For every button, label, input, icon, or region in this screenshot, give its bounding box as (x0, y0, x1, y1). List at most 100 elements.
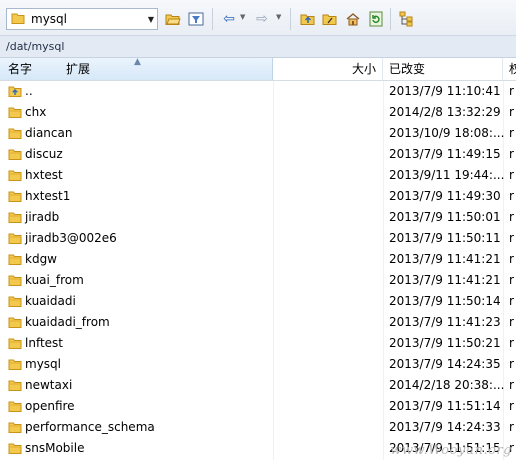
folder-icon (8, 315, 22, 329)
file-extra: r (509, 231, 514, 245)
file-extra: r (509, 399, 514, 413)
column-name-label: 名字 (8, 62, 33, 76)
column-header: 名字 扩展 ▲ 大小 已改变 权 (0, 57, 516, 81)
file-name: diancan (25, 126, 73, 140)
back-dropdown-icon[interactable]: ▼ (240, 13, 245, 21)
file-date: 2013/7/9 11:49:30 (389, 189, 501, 203)
table-row[interactable]: performance_schema 2013/7/9 14:24:33 r (0, 417, 516, 438)
table-row[interactable]: kuaidadi_from 2013/7/9 11:41:23 r (0, 312, 516, 333)
file-date: 2013/7/9 11:50:21 (389, 336, 501, 350)
column-ext-label[interactable]: 扩展 (66, 58, 90, 80)
refresh-icon[interactable] (366, 9, 386, 29)
file-date: 2013/9/11 19:44:... (389, 168, 505, 182)
home-icon[interactable] (343, 9, 363, 29)
location-combo[interactable]: mysql ▼ (6, 8, 158, 30)
file-name: newtaxi (25, 378, 73, 392)
folder-icon (8, 105, 22, 119)
file-extra: r (509, 168, 514, 182)
file-name: lnftest (25, 336, 63, 350)
forward-dropdown-icon[interactable]: ▼ (276, 13, 281, 21)
chevron-down-icon[interactable]: ▼ (145, 15, 157, 24)
file-date: 2013/7/9 11:41:21 (389, 273, 501, 287)
table-row[interactable]: chx 2014/2/8 13:32:29 r (0, 102, 516, 123)
parent-folder-icon (8, 84, 22, 98)
back-icon[interactable]: ⇦ (219, 9, 239, 29)
table-row[interactable]: lnftest 2013/7/9 11:50:21 r (0, 333, 516, 354)
file-date: 2013/7/9 11:51:14 (389, 399, 501, 413)
file-date: 2014/2/18 20:38:... (389, 378, 505, 392)
file-extra: r (509, 84, 514, 98)
root-folder-icon[interactable] (320, 9, 340, 29)
filter-icon[interactable] (186, 9, 206, 29)
table-row[interactable]: hxtest 2013/9/11 19:44:... r (0, 165, 516, 186)
folder-icon (8, 252, 22, 266)
column-size-label: 大小 (351, 62, 376, 76)
table-row[interactable]: newtaxi 2014/2/18 20:38:... r (0, 375, 516, 396)
parent-folder-icon[interactable] (298, 9, 318, 29)
table-row[interactable]: .. 2013/7/9 11:10:41 r (0, 81, 516, 102)
folder-icon (8, 357, 22, 371)
file-extra: r (509, 357, 514, 371)
location-value: mysql (31, 12, 67, 26)
current-path: /dat/mysql (6, 40, 65, 53)
table-row[interactable]: hxtest1 2013/7/9 11:49:30 r (0, 186, 516, 207)
file-name: .. (25, 84, 33, 98)
file-extra: r (509, 189, 514, 203)
folder-icon (8, 399, 22, 413)
table-row[interactable]: diancan 2013/10/9 18:08:... r (0, 123, 516, 144)
file-date: 2013/7/9 14:24:35 (389, 357, 501, 371)
file-date: 2013/7/9 11:50:11 (389, 231, 501, 245)
table-row[interactable]: kuai_from 2013/7/9 11:41:21 r (0, 270, 516, 291)
folder-icon (8, 231, 22, 245)
table-row[interactable]: mysql 2013/7/9 14:24:35 r (0, 354, 516, 375)
file-name: discuz (25, 147, 63, 161)
column-header-extra[interactable]: 权 (503, 58, 516, 80)
table-row[interactable]: kuaidadi 2013/7/9 11:50:14 r (0, 291, 516, 312)
file-extra: r (509, 294, 514, 308)
folder-icon (8, 210, 22, 224)
file-extra: r (509, 273, 514, 287)
file-extra: r (509, 147, 514, 161)
column-header-size[interactable]: 大小 (273, 58, 383, 80)
file-extra: r (509, 420, 514, 434)
file-extra: r (509, 210, 514, 224)
file-extra: r (509, 252, 514, 266)
watermark: www.Wooyun.org (390, 443, 512, 458)
file-list: .. 2013/7/9 11:10:41 r chx 2014/2/8 13:32:29… (0, 81, 516, 459)
file-date: 2013/10/9 18:08:... (389, 126, 505, 140)
file-date: 2013/7/9 11:50:14 (389, 294, 501, 308)
forward-icon[interactable]: ⇨ (252, 9, 272, 29)
file-name: performance_schema (25, 420, 155, 434)
path-bar[interactable]: /dat/mysql (0, 36, 516, 58)
file-name: snsMobile (25, 441, 85, 455)
file-extra: r (509, 336, 514, 350)
table-row[interactable]: jiradb 2013/7/9 11:50:01 r (0, 207, 516, 228)
tree-view-icon[interactable] (397, 9, 417, 29)
file-name: jiradb3@002e6 (25, 231, 117, 245)
table-row[interactable]: openfire 2013/7/9 11:51:14 r (0, 396, 516, 417)
file-name: mysql (25, 357, 61, 371)
file-date: 2013/7/9 11:10:41 (389, 84, 501, 98)
table-row[interactable]: jiradb3@002e6 2013/7/9 11:50:11 r (0, 228, 516, 249)
file-name: openfire (25, 399, 75, 413)
file-name: kuaidadi (25, 294, 76, 308)
folder-icon (8, 168, 22, 182)
folder-icon (8, 336, 22, 350)
file-name: chx (25, 105, 47, 119)
sort-ascending-icon: ▲ (134, 57, 141, 67)
file-date: 2013/7/9 14:24:33 (389, 420, 501, 434)
file-extra: r (509, 105, 514, 119)
file-date: 2013/7/9 11:41:21 (389, 252, 501, 266)
column-header-name[interactable]: 名字 扩展 ▲ (0, 57, 273, 80)
file-date: 2013/7/9 11:49:15 (389, 147, 501, 161)
toolbar: mysql ▼ ⇦ ▼ ⇨ ▼ (0, 0, 516, 36)
file-name: kdgw (25, 252, 57, 266)
file-name: kuai_from (25, 273, 84, 287)
folder-icon (8, 294, 22, 308)
column-changed-label: 已改变 (389, 62, 426, 76)
column-header-changed[interactable]: 已改变 (383, 58, 503, 80)
table-row[interactable]: discuz 2013/7/9 11:49:15 r (0, 144, 516, 165)
table-row[interactable]: kdgw 2013/7/9 11:41:21 r (0, 249, 516, 270)
open-folder-icon[interactable] (163, 9, 183, 29)
file-name: jiradb (25, 210, 60, 224)
